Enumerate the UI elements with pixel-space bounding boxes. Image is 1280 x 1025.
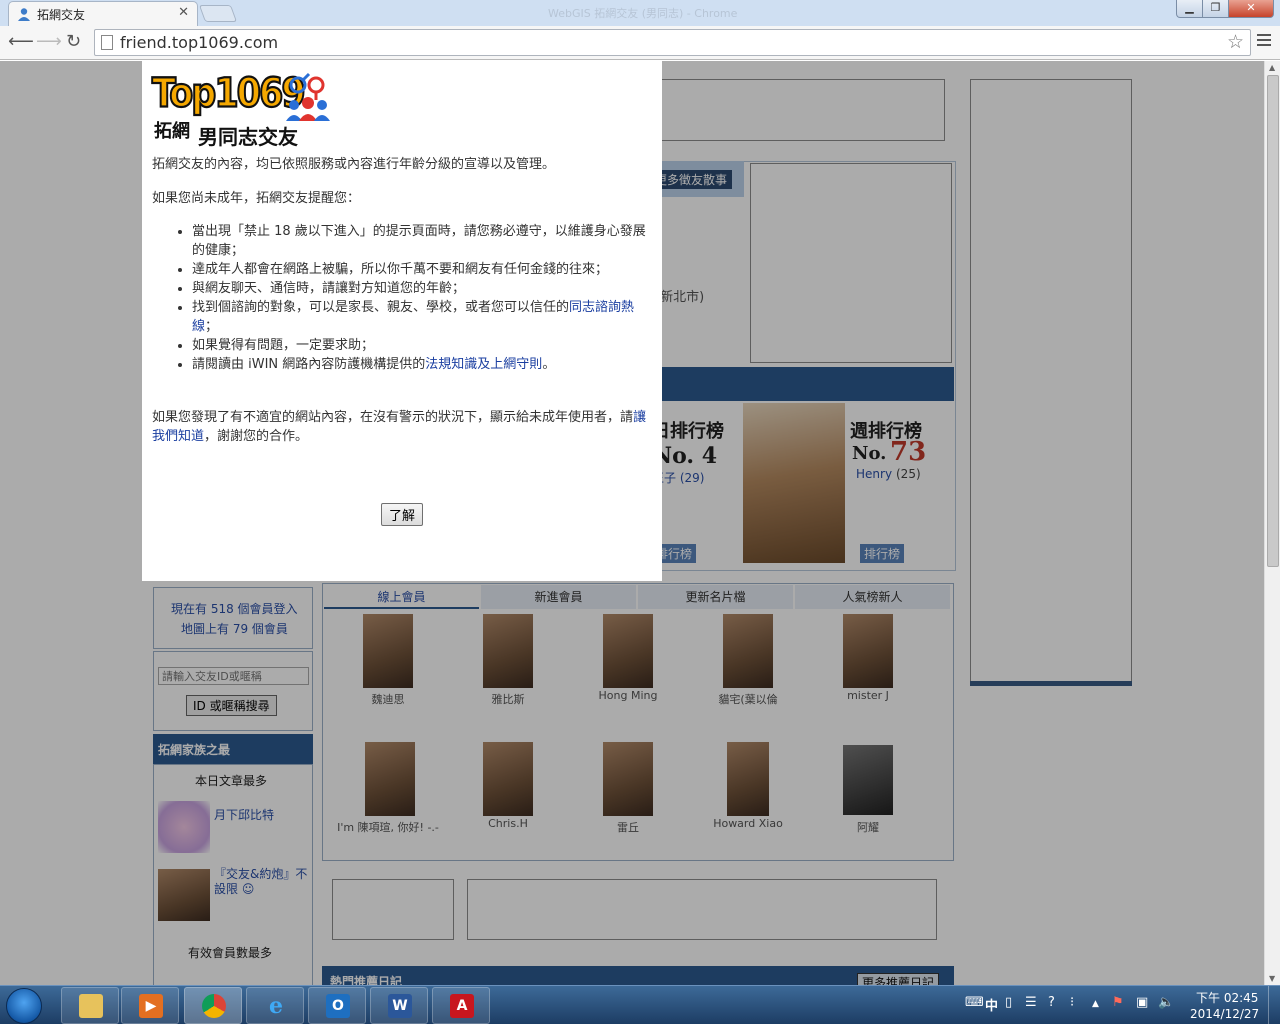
clock-time[interactable]: 下午 02:45 [1196,989,1258,1006]
user-favicon-icon [18,8,30,21]
ime-toolbar-icon[interactable]: ☰ [1025,995,1037,1010]
outlook-taskbar-button[interactable]: O [308,987,366,1024]
page-icon [101,35,113,50]
clock-date[interactable]: 2014/12/27 [1190,1007,1259,1021]
age-notice-modal: Top1069 拓網 男同志交友 拓網交友的內容，均已依照服務或內容進行年齡分級… [142,61,662,581]
report-text: ，謝謝您的合作。 [204,429,309,444]
address-bar[interactable]: friend.top1069.com ☆ [94,29,1251,56]
tip-text: ； [205,319,219,334]
network-icon[interactable]: ▣ [1136,995,1148,1010]
tip-text: 找到個諮詢的對象，可以是家長、親友、學校，或者您可以信任的 [192,300,570,315]
new-tab-button[interactable] [198,5,238,22]
report-text: 如果您發現了有不適宜的網站內容，在沒有警示的狀況下，顯示給未成年使用者，請 [152,410,634,425]
window-title: WebGIS 拓網交友 (男同志) - Chrome [548,7,738,20]
browser-titlebar: 拓網交友 ✕ WebGIS 拓網交友 (男同志) - Chrome ▁ ❐ ✕ [0,0,1280,26]
tip-item: 請閱讀由 iWIN 網路內容防護機構提供的法規知識及上網守則。 [192,355,652,374]
ime-fullwidth-icon[interactable]: ▯ [1005,995,1012,1010]
browser-tab[interactable]: 拓網交友 ✕ [8,1,198,26]
url-text: friend.top1069.com [120,33,279,52]
start-button[interactable] [6,988,42,1024]
tip-item: 達成年人都會在網路上被騙，所以你千萬不要和網友有任何金錢的往來； [192,260,652,279]
ok-button[interactable]: 了解 [381,503,423,526]
gender-symbols-icon [286,72,330,121]
logo-sub1: 拓網 [154,121,190,142]
explorer-taskbar-button[interactable] [61,987,119,1024]
logo-sub2: 男同志交友 [198,125,298,149]
tip-text: 。 [542,357,556,372]
scroll-up-icon[interactable]: ▲ [1269,63,1275,72]
acrobat-icon: A [450,994,474,1018]
tip-item: 當出現「禁止 18 歲以下進入」的提示頁面時，請您務必遵守，以維護身心發展的健康… [192,222,652,260]
logo-wordmark: Top1069 [151,70,307,118]
close-window-button[interactable]: ✕ [1228,0,1274,18]
maximize-button[interactable]: ❐ [1202,0,1229,18]
browser-toolbar: ⟵ ⟶ ↻ friend.top1069.com ☆ [0,26,1280,60]
reload-icon[interactable]: ↻ [66,31,81,52]
folder-icon [79,994,103,1018]
internet-explorer-icon: e [269,993,283,1019]
ime-mode-icon[interactable]: ⌨ [965,995,984,1010]
word-icon: W [388,994,412,1018]
page-viewport: 更多徵友散事 (新北市) 日排行榜 No. 4 王子 (29) 排行榜 週排行榜… [0,61,1264,985]
chrome-taskbar-button[interactable] [184,987,242,1024]
action-center-flag-icon[interactable]: ⚑ [1112,995,1124,1010]
media-player-taskbar-button[interactable]: ▶ [121,987,179,1024]
tab-close-icon[interactable]: ✕ [178,5,189,20]
modal-reminder: 如果您尚未成年，拓網交友提醒您： [152,191,361,206]
tab-title: 拓網交友 [37,8,86,22]
page-scrollbar[interactable]: ▲ ▼ [1264,61,1280,985]
ime-options-icon[interactable]: ⁝ [1070,995,1074,1010]
tip-text: 請閱讀由 iWIN 網路內容防護機構提供的 [192,357,426,372]
bookmark-star-icon[interactable]: ☆ [1227,31,1244,53]
help-icon[interactable]: ? [1048,995,1055,1010]
system-tray: ⌨ 中 ▯ ☰ ? ⁝ ▲ ⚑ ▣ 🔈 下午 02:45 2014/12/27 [960,986,1280,1025]
back-arrow-icon[interactable]: ⟵ [8,31,34,52]
scroll-down-icon[interactable]: ▼ [1269,974,1275,983]
tip-item: 找到個諮詢的對象，可以是家長、親友、學校，或者您可以信任的同志諮詢熱線； [192,298,652,336]
ie-taskbar-button[interactable]: e [246,987,304,1024]
modal-intro: 拓網交友的內容，均已依照服務或內容進行年齡分級的宣導以及管理。 [152,157,556,172]
minimize-button[interactable]: ▁ [1176,0,1203,18]
show-desktop-button[interactable] [1268,986,1280,1025]
word-taskbar-button[interactable]: W [370,987,428,1024]
acrobat-taskbar-button[interactable]: A [432,987,490,1024]
show-hidden-icons-icon[interactable]: ▲ [1092,999,1099,1009]
chrome-menu-icon[interactable] [1257,34,1271,48]
volume-icon[interactable]: 🔈 [1158,995,1174,1010]
modal-report-text: 如果您發現了有不適宜的網站內容，在沒有警示的狀況下，顯示給未成年使用者，請讓我們… [152,408,652,446]
tip-item: 如果覺得有問題，一定要求助； [192,336,652,355]
chrome-icon [202,994,226,1018]
windows-taskbar: ▶ e O W A ⌨ 中 ▯ ☰ ? ⁝ ▲ ⚑ ▣ 🔈 下午 02:45 2… [0,985,1280,1025]
iwin-rules-link[interactable]: 法規知識及上網守則 [425,357,542,372]
media-player-icon: ▶ [139,994,163,1018]
top1069-logo: Top1069 拓網 男同志交友 [151,70,332,149]
ime-language[interactable]: 中 [985,995,998,1014]
forward-arrow-icon[interactable]: ⟶ [36,31,62,52]
scroll-thumb[interactable] [1267,75,1279,567]
modal-tips-list: 當出現「禁止 18 歲以下進入」的提示頁面時，請您務必遵守，以維護身心發展的健康… [192,222,652,374]
outlook-icon: O [326,994,350,1018]
tip-item: 與網友聊天、通信時，請讓對方知道您的年齡； [192,279,652,298]
